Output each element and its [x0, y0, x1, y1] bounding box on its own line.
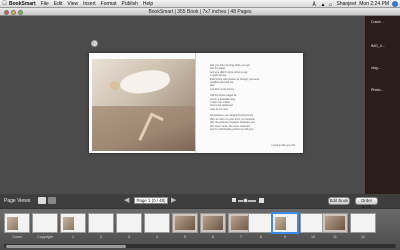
filmstrip-scroll-thumb[interactable]: [6, 244, 126, 248]
desktop-icon-3[interactable]: vlog...: [371, 66, 381, 70]
menu-app-name[interactable]: BookSmart: [9, 1, 36, 7]
thumb-label: 2: [100, 235, 102, 239]
edit-book-button[interactable]: Edit Book: [328, 197, 350, 205]
previous-page-icon[interactable]: ◀: [124, 197, 129, 204]
bluetooth-icon[interactable]: Å: [313, 2, 318, 8]
menu-insert[interactable]: Insert: [83, 1, 96, 7]
next-page-icon[interactable]: ▶: [171, 197, 176, 204]
page-indicator[interactable]: Page 1 (0 / 48): [134, 197, 168, 204]
thumb-label: 11: [333, 235, 337, 239]
window-title: BookSmart | 355 Book | 7x7 inches | 48 P…: [148, 9, 252, 15]
page-views-label: Page Views: [4, 198, 31, 204]
screen:  BookSmart File Edit View Insert Format…: [0, 0, 400, 250]
menubar:  BookSmart File Edit View Insert Format…: [0, 0, 400, 8]
thumb-label: 6: [212, 235, 214, 239]
thumb-label: Cover: [12, 235, 22, 239]
poem-signature: i want to like you still: [271, 144, 295, 147]
page-filmstrip[interactable]: Cover Copyright 1 2 3 4 5 6 7 8 9 10 11 …: [0, 208, 400, 250]
volume-icon[interactable]: ♫: [329, 2, 334, 8]
desktop-icon-4[interactable]: Photo...: [371, 88, 383, 92]
menu-view[interactable]: View: [67, 1, 78, 7]
photo-woman-lying[interactable]: [92, 59, 195, 106]
thumb-page[interactable]: [322, 213, 348, 233]
thumb-label: 4: [156, 235, 158, 239]
zoom-in-icon[interactable]: [259, 197, 264, 203]
menu-help[interactable]: Help: [143, 1, 153, 7]
order-book-button[interactable]: Order Book: [355, 197, 378, 209]
thumb-page-selected[interactable]: [272, 213, 298, 233]
window-titlebar: BookSmart | 355 Book | 7x7 inches | 48 P…: [0, 8, 400, 16]
thumb-label: 3: [128, 235, 130, 239]
hands-shape: [138, 112, 164, 146]
photo-raised-hands[interactable]: [92, 106, 195, 151]
thumb-label: 5: [184, 235, 186, 239]
menu-publish[interactable]: Publish: [121, 1, 137, 7]
poem-stanza-2: Still the loose pages lie and in a beaut…: [210, 94, 237, 111]
menu-edit[interactable]: Edit: [54, 1, 63, 7]
thumb-label: 12: [361, 235, 365, 239]
figure-head: [110, 81, 120, 90]
poem-text-box[interactable]: fold you this morning while you got lost…: [210, 64, 292, 134]
desktop-icon-2[interactable]: IMG_4...: [371, 44, 385, 48]
thumb-page[interactable]: [60, 213, 86, 233]
thumb-page[interactable]: [350, 213, 376, 233]
thumb-label: 8: [260, 235, 262, 239]
thumb-label: 1: [72, 235, 74, 239]
zoom-slider-knob[interactable]: [243, 198, 248, 203]
thumb-page[interactable]: [144, 213, 170, 233]
menu-file[interactable]: File: [41, 1, 49, 7]
page-gutter: [195, 53, 196, 153]
zoom-out-icon[interactable]: [232, 198, 236, 202]
spread-view-button[interactable]: [48, 197, 56, 204]
figure-dress: [118, 66, 172, 98]
thumb-page[interactable]: [172, 213, 198, 233]
menu-format[interactable]: Format: [101, 1, 117, 7]
menubar-status: Å ▲ ♫ Shanjeet Mon 2:24 PM: [313, 0, 398, 8]
desktop-background: Crave... IMG_4... vlog... Photo...: [365, 16, 400, 194]
poem-stanza-1: fold you this morning while you got lost…: [210, 64, 260, 91]
thumb-page[interactable]: [88, 213, 114, 233]
user-name[interactable]: Shanjeet: [337, 1, 357, 7]
page-toolbar: Page Views ◀ Page 1 (0 / 48) ▶ Edit Book…: [0, 194, 400, 209]
spotlight-icon[interactable]: [392, 1, 398, 7]
apple-icon[interactable]: : [0, 1, 9, 7]
page-nav-icon[interactable]: ←: [91, 40, 98, 47]
thumb-cover[interactable]: [4, 213, 30, 233]
thumb-page[interactable]: [248, 213, 274, 233]
poem-stanza-3: Somewhere you stopped being lovely then …: [210, 114, 255, 131]
book-spread[interactable]: fold you this morning while you got lost…: [89, 53, 303, 153]
thumb-copyright[interactable]: [32, 213, 58, 233]
wifi-icon[interactable]: ▲: [321, 2, 326, 8]
thumb-label: 9: [284, 235, 286, 239]
desktop-icon-1[interactable]: Crave...: [371, 20, 384, 24]
thumb-page[interactable]: [116, 213, 142, 233]
thumb-label: Copyright: [37, 235, 53, 239]
clock[interactable]: Mon 2:24 PM: [359, 1, 389, 7]
thumb-page[interactable]: [200, 213, 226, 233]
single-page-view-button[interactable]: [38, 197, 46, 204]
